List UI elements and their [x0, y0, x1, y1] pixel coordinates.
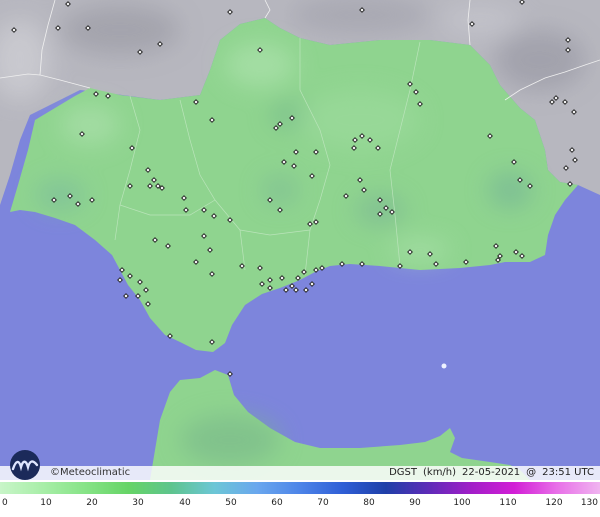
variable-label: DGST	[389, 467, 417, 478]
legend-ticks: 0 10 20 30 40 50 60 70 80 90 100 110 120 130	[0, 496, 600, 514]
unit-label: (km/h)	[423, 467, 457, 478]
wind-gust-map	[0, 0, 600, 480]
date-label: 22-05-2021	[462, 467, 521, 478]
legend-tick: 10	[40, 498, 52, 508]
legend-tick: 60	[271, 498, 283, 508]
legend-tick: 30	[132, 498, 144, 508]
legend-tick: 40	[179, 498, 191, 508]
legend-tick: 0	[2, 498, 8, 508]
legend-tick: 50	[225, 498, 237, 508]
color-scale-legend: 0 10 20 30 40 50 60 70 80 90 100 110 120 130	[0, 480, 600, 517]
legend-tick: 90	[409, 498, 421, 508]
legend-tick: 20	[86, 498, 98, 508]
at-symbol: @	[526, 467, 537, 478]
legend-tick: 70	[317, 498, 329, 508]
time-label: 23:51 UTC	[542, 467, 594, 478]
legend-tick: 120	[545, 498, 563, 508]
meteoclimatic-logo-icon	[10, 450, 40, 480]
legend-tick: 80	[363, 498, 375, 508]
meteo-map-view: ©Meteoclimatic DGST (km/h) 22-05-2021 @23:5…	[0, 0, 600, 517]
brand-credit: ©Meteoclimatic	[50, 466, 130, 480]
legend-tick: 110	[499, 498, 517, 508]
legend-tick: 100	[453, 498, 471, 508]
map-caption: DGST (km/h) 22-05-2021 @23:51 UTC	[383, 466, 594, 480]
legend-tick: 130	[580, 498, 598, 508]
alboran-island	[441, 363, 447, 369]
brand-name: Meteoclimatic	[60, 467, 131, 478]
legend-color-bar	[0, 482, 600, 494]
copyright-symbol: ©	[50, 467, 60, 478]
